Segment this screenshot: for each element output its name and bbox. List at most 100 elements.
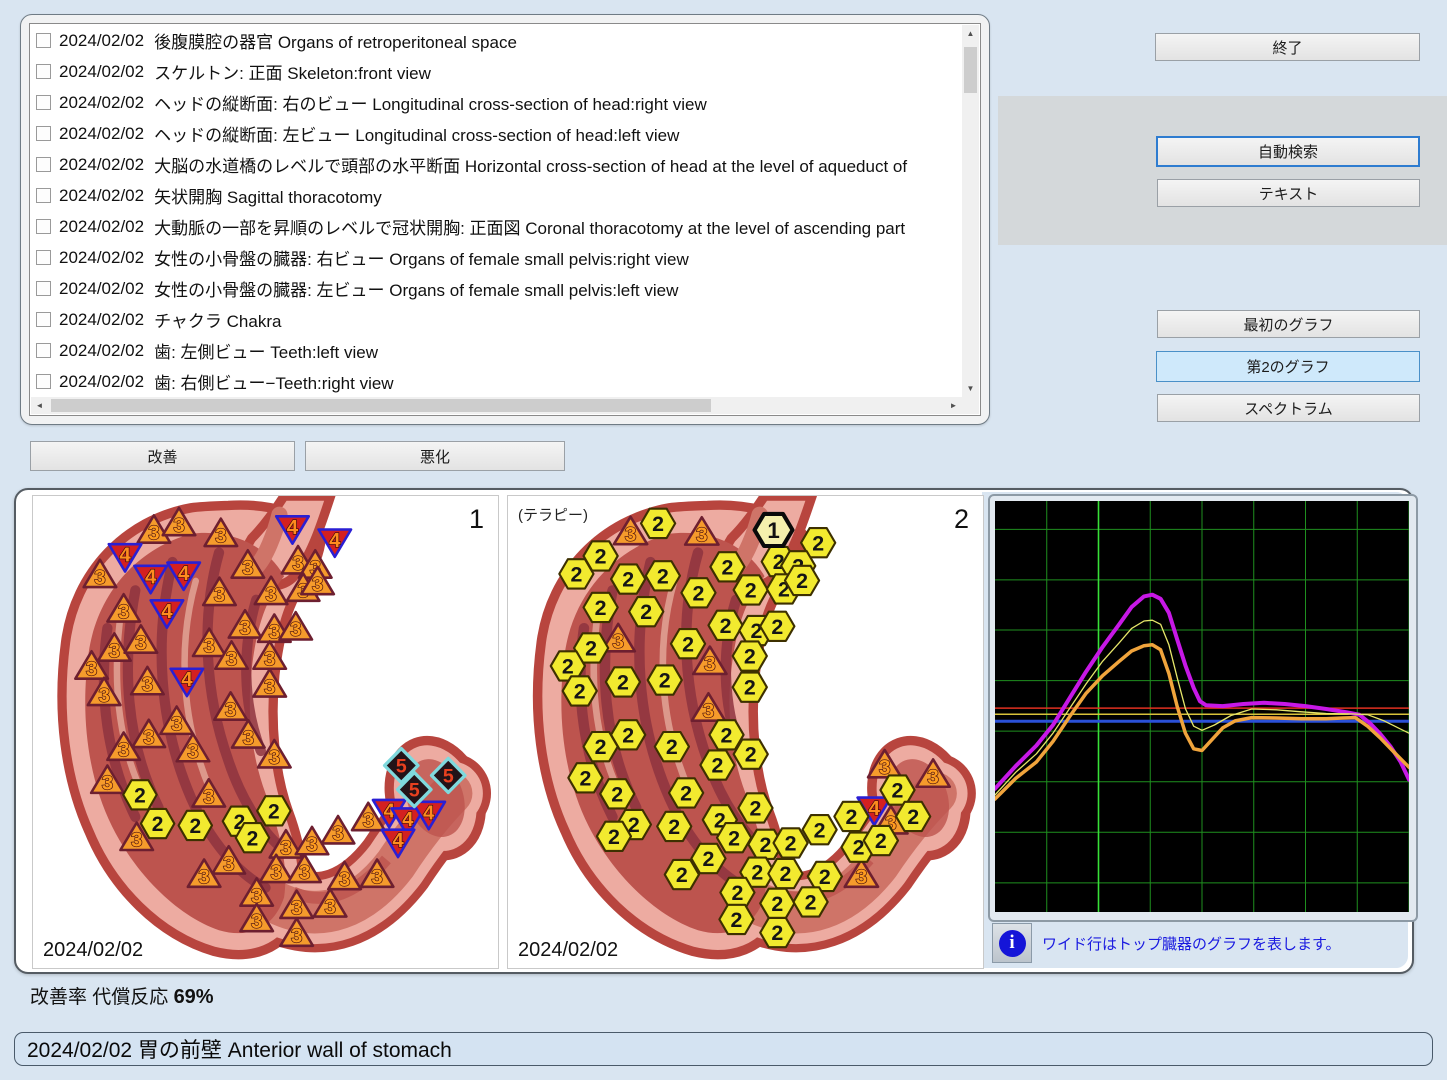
marker-hex2: 2 [584, 732, 618, 761]
svg-text:3: 3 [118, 600, 129, 623]
list-item[interactable]: 2024/02/02歯: 右側ビュー−Teeth:right view [31, 366, 962, 397]
marker-hex2: 2 [657, 812, 691, 841]
selected-organ-bar[interactable]: 2024/02/02 胃の前壁 Anterior wall of stomach [14, 1032, 1433, 1066]
list-item-checkbox[interactable] [36, 343, 51, 358]
marker-hex2: 2 [648, 665, 682, 694]
list-item[interactable]: 2024/02/02大動脈の一部を昇順のレベルで冠状開胸: 正面図 Corona… [31, 211, 962, 242]
list-item-checkbox[interactable] [36, 188, 51, 203]
marker-hex2: 2 [600, 779, 634, 808]
svg-text:2: 2 [585, 637, 597, 661]
list-item-checkbox[interactable] [36, 250, 51, 265]
horizontal-scrollbar[interactable]: ◄ ► [31, 397, 962, 414]
list-item-checkbox[interactable] [36, 219, 51, 234]
vertical-scroll-thumb[interactable] [964, 47, 977, 93]
svg-text:3: 3 [203, 785, 214, 808]
list-item[interactable]: 2024/02/02後腹膜腔の器官 Organs of retroperiton… [31, 25, 962, 56]
svg-text:4: 4 [181, 668, 193, 691]
svg-text:2: 2 [745, 579, 757, 603]
list-item-label: スケルトン: 正面 Skeleton:front view [154, 59, 431, 84]
text-button[interactable]: テキスト [1157, 179, 1420, 207]
list-item-label: 歯: 右側ビュー−Teeth:right view [154, 369, 394, 394]
svg-text:2: 2 [595, 735, 607, 759]
list-item-checkbox[interactable] [36, 281, 51, 296]
horizontal-scroll-thumb[interactable] [51, 399, 711, 412]
svg-text:2: 2 [760, 833, 772, 857]
list-item-checkbox[interactable] [36, 95, 51, 110]
marker-hex2: 2 [606, 667, 640, 696]
svg-text:2: 2 [595, 545, 607, 569]
scroll-up-button[interactable]: ▲ [962, 25, 979, 42]
list-item-checkbox[interactable] [36, 64, 51, 79]
list-item-checkbox[interactable] [36, 374, 51, 389]
list-item[interactable]: 2024/02/02大脳の水道橋のレベルで頭部の水平断面 Horizontal … [31, 149, 962, 180]
list-item-checkbox[interactable] [36, 157, 51, 172]
app-window: { "list": { "items": [ {"date":"2024/02/… [0, 0, 1447, 1080]
marker-hex2: 2 [719, 905, 753, 934]
svg-text:3: 3 [118, 738, 129, 761]
svg-text:2: 2 [845, 805, 857, 829]
svg-text:2: 2 [721, 723, 733, 747]
list-item-checkbox[interactable] [36, 126, 51, 141]
auto-search-button[interactable]: 自動検索 [1156, 136, 1420, 167]
marker-hex2: 2 [568, 763, 602, 792]
results-list-frame: 2024/02/02後腹膜腔の器官 Organs of retroperiton… [20, 14, 990, 425]
svg-text:3: 3 [856, 866, 868, 889]
svg-text:3: 3 [223, 852, 234, 875]
panel-1-index: 1 [469, 504, 484, 535]
svg-text:3: 3 [371, 865, 382, 888]
scroll-left-button[interactable]: ◄ [31, 397, 48, 414]
svg-text:3: 3 [612, 630, 624, 653]
svg-text:2: 2 [617, 671, 629, 695]
marker-hex2: 2 [584, 593, 618, 622]
svg-text:4: 4 [119, 543, 131, 566]
marker-hex2: 2 [864, 826, 898, 855]
svg-text:3: 3 [226, 647, 237, 670]
svg-text:3: 3 [280, 836, 291, 859]
worsen-button[interactable]: 悪化 [305, 441, 565, 471]
list-item[interactable]: 2024/02/02矢状開胸 Sagittal thoracotomy [31, 180, 962, 211]
list-item-date: 2024/02/02 [59, 31, 144, 51]
svg-text:2: 2 [622, 723, 634, 747]
list-item-checkbox[interactable] [36, 33, 51, 48]
improvement-rate-value: 69% [174, 986, 214, 1008]
list-item[interactable]: 2024/02/02歯: 左側ビュー Teeth:left view [31, 335, 962, 366]
svg-text:3: 3 [625, 523, 637, 546]
scroll-right-button[interactable]: ► [945, 397, 962, 414]
second-graph-button-active[interactable]: 第2のグラフ [1156, 351, 1420, 382]
svg-text:2: 2 [712, 754, 724, 778]
marker-hex2: 2 [785, 566, 819, 595]
list-item[interactable]: 2024/02/02女性の小骨盤の臓器: 右ビュー Organs of fema… [31, 242, 962, 273]
list-item[interactable]: 2024/02/02チャクラ Chakra [31, 304, 962, 335]
svg-text:3: 3 [332, 822, 343, 845]
graph-info-text: ワイド行はトップ臓器のグラフを表します。 [1042, 933, 1341, 954]
svg-text:2: 2 [745, 743, 757, 767]
list-item[interactable]: 2024/02/02ヘッドの縦断面: 左ビュー Longitudinal cro… [31, 118, 962, 149]
svg-text:3: 3 [109, 639, 120, 662]
svg-text:3: 3 [243, 726, 254, 749]
list-item-checkbox[interactable] [36, 312, 51, 327]
svg-text:2: 2 [744, 645, 756, 669]
spectrum-button[interactable]: スペクトラム [1157, 394, 1420, 422]
improve-button[interactable]: 改善 [30, 441, 295, 471]
exit-button[interactable]: 終了 [1155, 33, 1420, 61]
svg-text:2: 2 [731, 908, 743, 932]
svg-text:2: 2 [668, 815, 680, 839]
svg-text:3: 3 [265, 583, 276, 606]
list-item[interactable]: 2024/02/02女性の小骨盤の臓器: 左ビュー Organs of fema… [31, 273, 962, 304]
list-item[interactable]: 2024/02/02スケルトン: 正面 Skeleton:front view [31, 56, 962, 87]
list-item-label: チャクラ Chakra [154, 307, 281, 332]
scroll-down-button[interactable]: ▼ [962, 380, 979, 397]
svg-text:3: 3 [171, 712, 182, 735]
marker-hex2: 2 [681, 578, 715, 607]
svg-text:3: 3 [225, 698, 236, 721]
list-item[interactable]: 2024/02/02ヘッドの縦断面: 右のビュー Longitudinal cr… [31, 87, 962, 118]
svg-text:3: 3 [291, 924, 302, 947]
vertical-scrollbar[interactable]: ▲ ▼ [962, 25, 979, 397]
svg-text:2: 2 [693, 581, 705, 605]
results-listbox[interactable]: 2024/02/02後腹膜腔の器官 Organs of retroperiton… [29, 23, 981, 416]
first-graph-button[interactable]: 最初のグラフ [1157, 310, 1420, 338]
svg-text:2: 2 [657, 564, 669, 588]
results-list-items: 2024/02/02後腹膜腔の器官 Organs of retroperiton… [31, 25, 962, 397]
marker-hex2: 2 [733, 641, 767, 670]
svg-text:2: 2 [570, 562, 582, 586]
